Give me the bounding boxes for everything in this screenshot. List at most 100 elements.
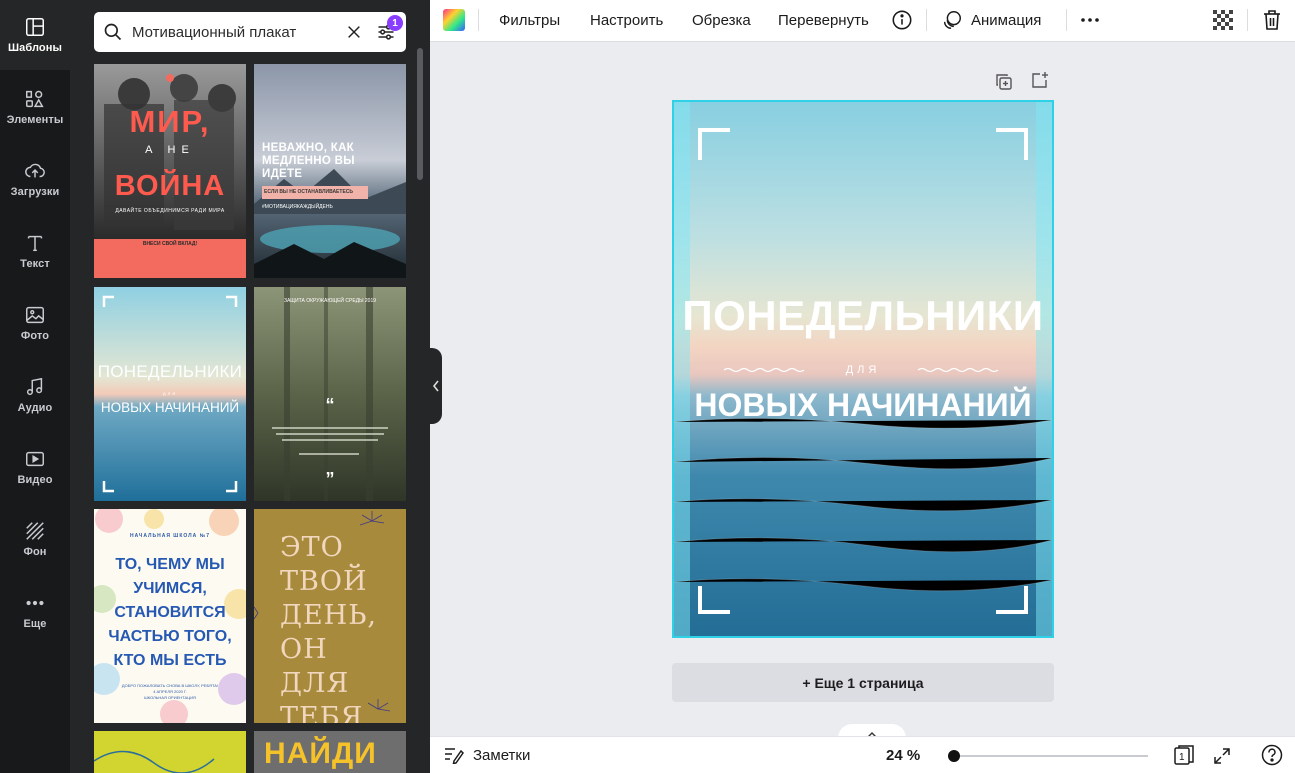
transparency-button[interactable] — [1213, 0, 1233, 40]
crop-button[interactable]: Обрезка — [692, 0, 751, 40]
template-text: СТАНОВИТСЯ — [114, 604, 226, 621]
color-swatch-icon — [443, 9, 465, 31]
panel-scrollbar[interactable] — [417, 48, 423, 180]
background-icon — [26, 522, 44, 540]
template-your-day-poster[interactable]: ЭТО ТВОЙ ДЕНЬ, ОН ДЛЯ ТЕБЯ — [254, 509, 406, 723]
zoom-slider-handle[interactable] — [948, 750, 960, 762]
color-picker-button[interactable] — [442, 0, 466, 40]
template-text: УЧИМСЯ, — [133, 580, 207, 597]
toolbar-divider — [926, 9, 927, 31]
rail-item-video[interactable]: Видео — [0, 432, 70, 502]
quote-close-icon: ” — [325, 469, 335, 489]
template-mountain-lake-poster[interactable]: НЕВАЖНО, КАК МЕДЛЕННО ВЫ ИДЕТЕ ЕСЛИ ВЫ Н… — [254, 64, 406, 278]
music-note-icon — [26, 377, 43, 396]
rail-item-photos[interactable]: Фото — [0, 288, 70, 358]
page-title-line1[interactable]: ПОНЕДЕЛЬНИКИ — [674, 292, 1052, 340]
page-grid-button[interactable]: 1 — [1173, 744, 1195, 766]
template-text: ТЕБЯ — [280, 702, 364, 723]
help-icon — [1261, 744, 1283, 766]
animation-label: Анимация — [971, 11, 1042, 29]
template-title: ВОЙНА — [114, 170, 226, 202]
template-text: ВНЕСИ СВОЙ ВКЛАД! — [142, 241, 198, 247]
page-count: 1 — [1179, 752, 1185, 763]
template-text: КТО МЫ ЕСТЬ — [113, 652, 227, 669]
rail-item-label: Видео — [17, 474, 53, 486]
page-title-line2[interactable]: НОВЫХ НАЧИНАНИЙ — [674, 387, 1052, 424]
template-text: ТО, ЧЕМУ МЫ — [115, 556, 225, 573]
rail-item-templates[interactable]: Шаблоны — [0, 0, 70, 70]
search-input[interactable] — [132, 23, 332, 41]
template-text: ЗАЩИТА ОКРУЖАЮЩЕЙ СРЕДЫ 2019 — [283, 298, 377, 304]
rail-item-text[interactable]: Текст — [0, 216, 70, 286]
zoom-slider-track[interactable] — [951, 755, 1148, 757]
template-title: ЭТО ТВОЙ ДЕНЬ, ОН ДЛЯ ТЕБЯ — [280, 531, 406, 723]
template-text: ДЕНЬ, — [280, 600, 377, 631]
template-yellow-partial-poster[interactable] — [94, 731, 246, 773]
rail-item-audio[interactable]: Аудио — [0, 360, 70, 430]
rail-item-more[interactable]: Еще — [0, 576, 70, 646]
fullscreen-button[interactable] — [1212, 746, 1232, 766]
filters-button[interactable]: Фильтры — [499, 0, 560, 40]
template-find-poster[interactable]: НАЙДИ — [254, 731, 406, 773]
more-dots-icon — [26, 600, 44, 606]
template-title: ТО, ЧЕМУ МЫ УЧИМСЯ, СТАНОВИТСЯ ЧАСТЬЮ ТО… — [94, 553, 246, 673]
template-title: НЕВАЖНО, КАК МЕДЛЕННО ВЫ ИДЕТЕ — [262, 142, 402, 181]
template-forest-quote-poster[interactable]: ЗАЩИТА ОКРУЖАЮЩЕЙ СРЕДЫ 2019 “ ” — [254, 287, 406, 501]
trash-icon — [1264, 10, 1280, 30]
rail-item-label: Еще — [23, 618, 47, 630]
template-text: ЕСЛИ ВЫ НЕ ОСТАНАВЛИВАЕТЕСЬ — [264, 189, 353, 195]
rail-item-label: Фото — [20, 330, 50, 342]
notes-button[interactable]: Заметки — [444, 746, 530, 764]
template-monday-sea-poster[interactable]: ПОНЕДЕЛЬНИКИ ДЛЯ НОВЫХ НАЧИНАНИЙ — [94, 287, 246, 501]
zoom-value[interactable]: 24 % — [886, 747, 920, 764]
rail-item-uploads[interactable]: Загрузки — [0, 144, 70, 214]
template-text: ЭТО — [280, 532, 344, 563]
info-button[interactable] — [891, 0, 913, 40]
animation-icon — [943, 11, 961, 29]
template-title: МИР, — [129, 104, 211, 139]
templates-panel: 1 МИР, А НЕ ВОЙНА ДАВАЙТЕ ОБЪЕДИНИМСЯ РА… — [70, 0, 430, 773]
duplicate-page-button[interactable] — [994, 72, 1014, 92]
animation-button[interactable]: Анимация — [941, 0, 1041, 40]
text-icon — [27, 235, 43, 252]
template-text: ДОБРО ПОЖАЛОВАТЬ СНОВА В ШКОЛУ, РЕБЯТА! … — [94, 683, 246, 701]
design-page[interactable]: ПОНЕДЕЛЬНИКИ ДЛЯ НОВЫХ НАЧИНАНИЙ — [672, 100, 1054, 638]
page-small-word[interactable]: ДЛЯ — [674, 364, 1052, 376]
chevron-left-icon — [432, 380, 439, 392]
template-title: НАЙДИ — [264, 737, 377, 770]
template-title: НОВЫХ НАЧИНАНИЙ — [100, 400, 240, 415]
rail-item-elements[interactable]: Элементы — [0, 72, 70, 142]
editor-app: Шаблоны Элементы Загрузки Текст Фото Ауд… — [0, 0, 1295, 773]
flip-button[interactable]: Перевернуть — [778, 0, 869, 40]
delete-button[interactable] — [1262, 0, 1282, 40]
photo-icon — [26, 306, 44, 324]
clear-search-icon[interactable] — [344, 22, 364, 42]
template-war-poster[interactable]: МИР, А НЕ ВОЙНА ДАВАЙТЕ ОБЪЕДИНИМСЯ РАДИ… — [94, 64, 246, 278]
template-title: ПОНЕДЕЛЬНИКИ — [97, 362, 243, 381]
quote-open-icon: “ — [325, 395, 335, 415]
toolbar-divider — [1066, 9, 1067, 31]
add-page-button[interactable]: + Еще 1 страница — [672, 663, 1054, 702]
collapse-panel-button[interactable] — [429, 348, 442, 424]
template-text: ИДЕТЕ — [262, 168, 303, 180]
template-school-hands-poster[interactable]: НАЧАЛЬНАЯ ШКОЛА №7 ТО, ЧЕМУ МЫ УЧИМСЯ, С… — [94, 509, 246, 723]
rail-item-background[interactable]: Фон — [0, 504, 70, 574]
adjust-button[interactable]: Настроить — [590, 0, 663, 40]
more-options-button[interactable] — [1078, 0, 1102, 40]
transparency-icon — [1213, 10, 1233, 30]
video-icon — [26, 451, 44, 467]
rail-item-label: Элементы — [6, 114, 64, 126]
rail-item-label: Аудио — [17, 402, 53, 414]
notes-icon — [445, 748, 464, 764]
rail-item-label: Фон — [23, 546, 47, 558]
template-text: ТВОЙ — [280, 566, 368, 597]
notes-label: Заметки — [473, 746, 531, 764]
add-page-icon-button[interactable] — [1030, 70, 1050, 90]
duplicate-icon — [996, 74, 1012, 90]
upload-cloud-icon — [25, 163, 45, 178]
templates-icon — [26, 18, 44, 36]
template-text: НЕВАЖНО, КАК — [262, 142, 354, 154]
help-button[interactable] — [1261, 744, 1283, 766]
bottom-bar: Заметки 24 % 1 — [430, 736, 1295, 773]
template-text: ДАВАЙТЕ ОБЪЕДИНИМСЯ РАДИ МИРА — [115, 208, 225, 214]
